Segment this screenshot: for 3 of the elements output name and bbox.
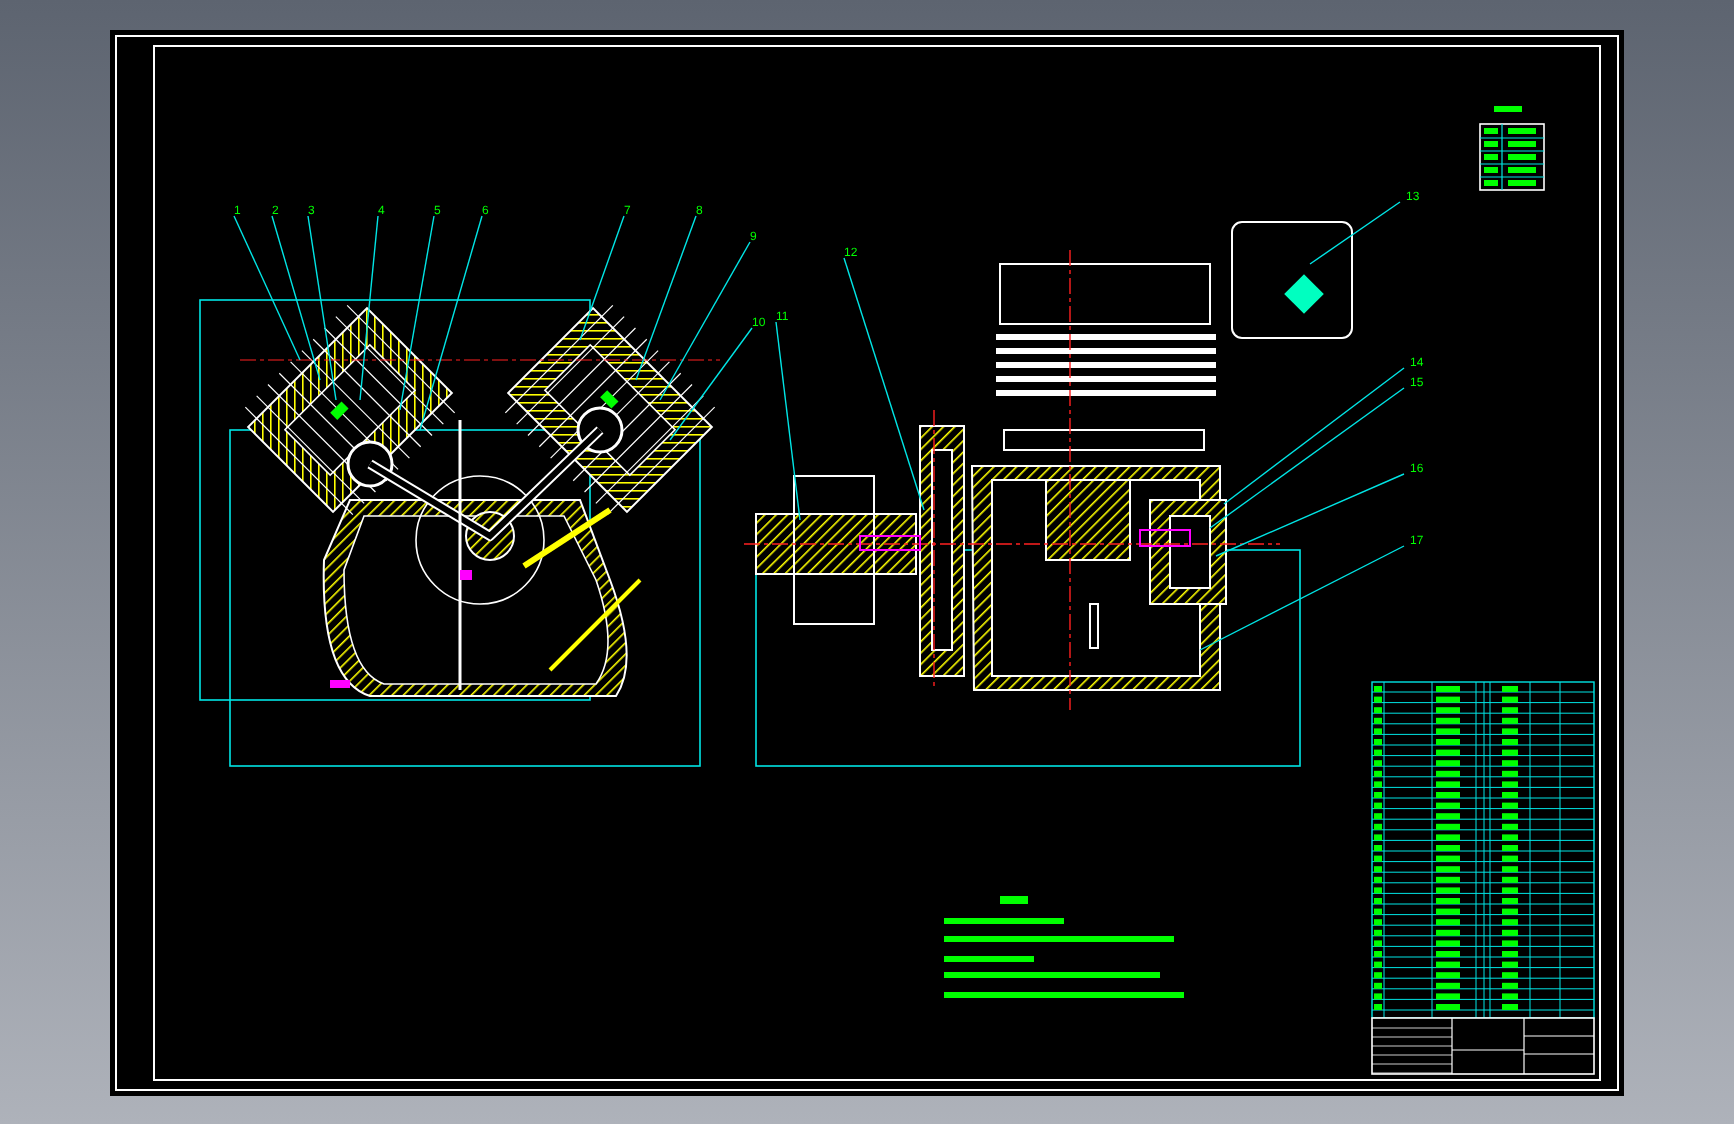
small-table-drawing (1479, 106, 1545, 191)
leader-line (579, 215, 625, 341)
leader-line (1309, 201, 1401, 265)
